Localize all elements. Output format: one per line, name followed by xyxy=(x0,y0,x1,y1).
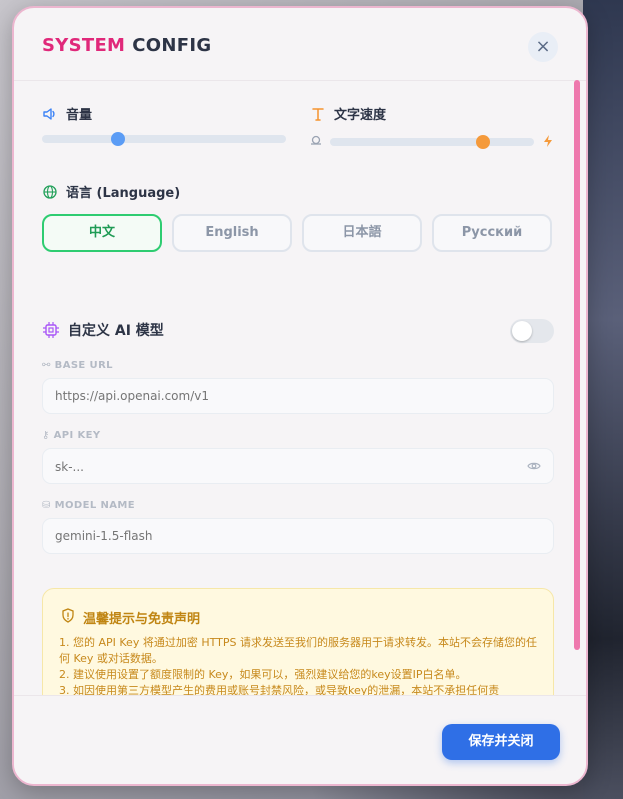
lightning-icon xyxy=(544,135,552,147)
modal-title: SYSTEM CONFIG xyxy=(42,35,211,56)
api-key-field xyxy=(42,448,554,485)
api-key-label: ⚷ API KEY xyxy=(42,430,101,441)
speaker-icon xyxy=(43,107,55,120)
api-key-input[interactable] xyxy=(43,449,527,485)
scrollbar[interactable] xyxy=(574,80,580,650)
modal-footer: 保存并关闭 xyxy=(14,695,586,784)
notice-line: 1. 您的 API Key 将通过加密 HTTPS 请求发送至我们的服务器用于请… xyxy=(59,636,537,665)
text-speed-slider[interactable] xyxy=(330,135,534,149)
notice-text: 1. 您的 API Key 将通过加密 HTTPS 请求发送至我们的服务器用于请… xyxy=(59,635,539,699)
close-icon: × xyxy=(535,36,551,57)
text-speed-label-text: 文字速度 xyxy=(334,108,387,123)
base-url-input[interactable] xyxy=(42,378,554,414)
volume-slider-knob[interactable] xyxy=(110,132,125,146)
close-button[interactable]: × xyxy=(528,32,558,62)
save-and-close-button[interactable]: 保存并关闭 xyxy=(442,724,560,760)
modal-header: SYSTEM CONFIG × xyxy=(14,8,586,81)
globe-icon xyxy=(43,184,57,199)
language-label-text: 语言 (Language) xyxy=(66,186,181,201)
notice-title: 温馨提示与免责声明 xyxy=(83,612,201,627)
text-speed-slider-knob[interactable] xyxy=(476,135,490,149)
text-t-icon xyxy=(312,107,324,121)
title-config: CONFIG xyxy=(132,35,212,56)
model-name-input[interactable] xyxy=(42,518,554,554)
key-icon: ⚷ xyxy=(42,430,54,441)
link-icon: ⚯ xyxy=(42,360,55,371)
background-edge xyxy=(583,0,623,799)
toggle-knob xyxy=(512,321,532,341)
title-system: SYSTEM xyxy=(42,35,126,56)
text-speed-label: 文字速度 xyxy=(310,104,386,123)
language-label: 语言 (Language) xyxy=(42,182,180,201)
volume-label-text: 音量 xyxy=(66,108,93,123)
volume-label: 音量 xyxy=(42,104,92,123)
database-icon: ⛁ xyxy=(42,500,55,511)
custom-ai-heading: 自定义 AI 模型 xyxy=(42,320,164,340)
custom-ai-title: 自定义 AI 模型 xyxy=(68,323,164,339)
system-config-modal: SYSTEM CONFIG × 音量 文字速度 语言 (Language) 中文… xyxy=(12,6,588,786)
snail-icon xyxy=(311,135,321,145)
model-name-label: ⛁ MODEL NAME xyxy=(42,500,135,511)
volume-slider[interactable] xyxy=(42,132,286,146)
chip-icon xyxy=(43,322,59,338)
model-name-label-text: MODEL NAME xyxy=(54,500,135,511)
api-key-label-text: API KEY xyxy=(53,430,101,441)
language-option-chinese[interactable]: 中文 xyxy=(42,214,162,252)
shield-icon xyxy=(62,608,74,623)
eye-icon[interactable] xyxy=(527,459,541,473)
language-option-english[interactable]: English xyxy=(172,214,292,252)
notice-line: 2. 建议使用设置了额度限制的 Key，如果可以，强烈建议给您的key设置IP白… xyxy=(59,668,467,681)
language-option-japanese[interactable]: 日本語 xyxy=(302,214,422,252)
custom-ai-toggle[interactable] xyxy=(510,319,554,343)
language-option-russian[interactable]: Русский xyxy=(432,214,552,252)
base-url-label-text: BASE URL xyxy=(54,360,113,371)
base-url-label: ⚯ BASE URL xyxy=(42,360,113,371)
